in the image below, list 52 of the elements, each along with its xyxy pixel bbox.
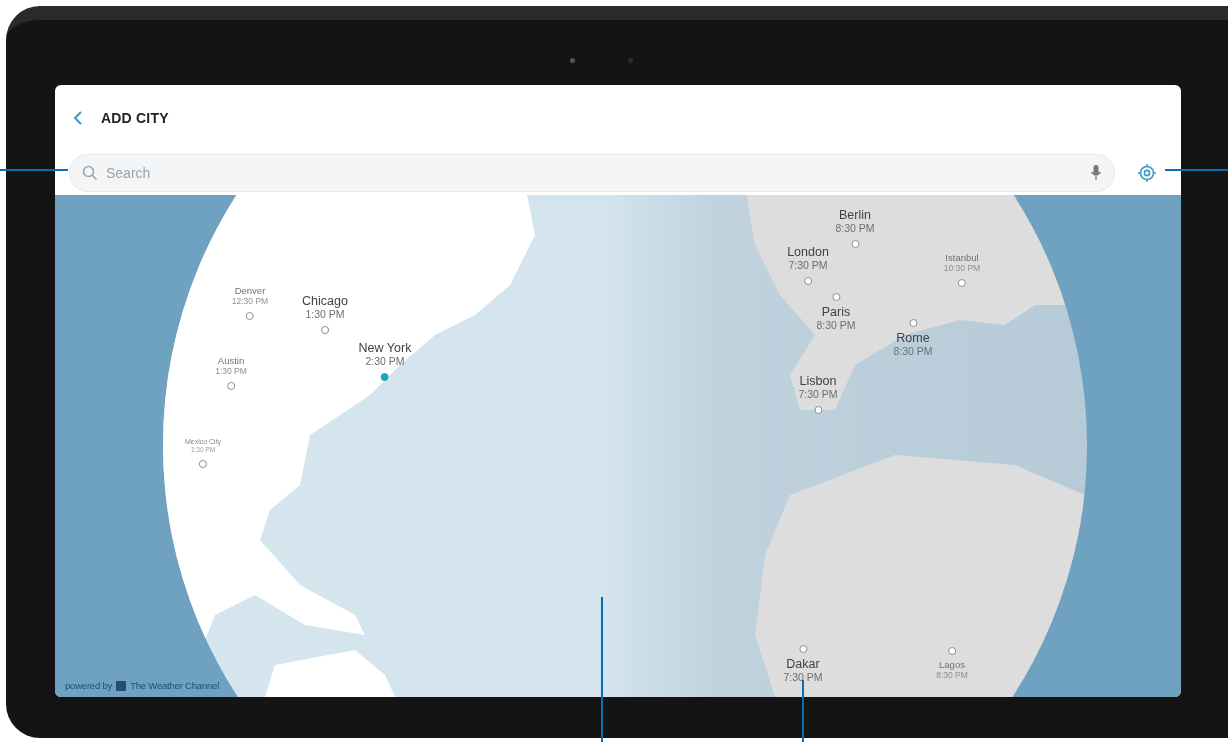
city-name: Berlin — [839, 208, 871, 222]
search-bar[interactable]: Search — [69, 154, 1115, 192]
city-time: 2:30 PM — [365, 355, 405, 367]
world-map-drawing[interactable] — [55, 195, 1181, 697]
city-time: 8:30 PM — [816, 319, 856, 331]
city-marker[interactable] — [814, 406, 822, 414]
city-name: Rome — [896, 331, 930, 345]
city-name: Dakar — [786, 657, 820, 671]
city-marker[interactable] — [227, 382, 235, 390]
attribution-text: powered by — [65, 680, 113, 691]
attribution-brand: The Weather Channel — [130, 680, 220, 691]
city-marker[interactable] — [799, 645, 807, 653]
city-time: 7:30 PM — [788, 259, 828, 271]
search-icon — [82, 165, 98, 181]
leader-line — [0, 169, 68, 171]
city-marker[interactable] — [199, 460, 207, 468]
city-time: 8:30 PM — [936, 670, 968, 680]
search-field[interactable]: Search — [104, 164, 1084, 182]
city-time: 7:30 PM — [783, 671, 823, 683]
city-time: 8:30 PM — [835, 222, 875, 234]
city-time: 1:30 PM — [215, 366, 247, 376]
location-target-icon[interactable] — [1137, 163, 1157, 183]
city-name: Denver — [234, 285, 266, 296]
city-marker[interactable] — [381, 373, 389, 381]
microphone-icon[interactable] — [1090, 164, 1102, 182]
city-name: Lisbon — [799, 374, 837, 388]
city-marker[interactable] — [958, 279, 966, 287]
screen-title: ADD CITY — [101, 110, 169, 126]
city-marker[interactable] — [832, 293, 840, 301]
city-name: Istanbul — [945, 252, 979, 263]
city-name: New York — [358, 341, 412, 355]
leader-line — [1165, 169, 1228, 171]
sensor-icon — [628, 58, 633, 63]
city-time: 7:30 PM — [798, 388, 838, 400]
city-name: Austin — [217, 355, 245, 366]
city-time: 12:30 PM — [231, 296, 269, 306]
city-name: Paris — [821, 305, 851, 319]
leader-line — [802, 680, 804, 742]
city-name: London — [787, 245, 829, 259]
city-marker[interactable] — [948, 647, 956, 655]
city-marker[interactable] — [246, 312, 254, 320]
weather-logo-icon — [116, 680, 127, 691]
city-marker[interactable] — [804, 277, 812, 285]
city-name: Lagos — [939, 659, 965, 670]
city-time: 1:30 PM — [305, 308, 345, 320]
city-name: Chicago — [302, 294, 348, 308]
camera-icon — [570, 58, 575, 63]
city-marker[interactable] — [321, 326, 329, 334]
city-marker[interactable] — [909, 319, 917, 327]
city-time: 8:30 PM — [893, 345, 933, 357]
city-marker[interactable] — [851, 240, 859, 248]
city-time: 10:30 PM — [943, 263, 981, 273]
